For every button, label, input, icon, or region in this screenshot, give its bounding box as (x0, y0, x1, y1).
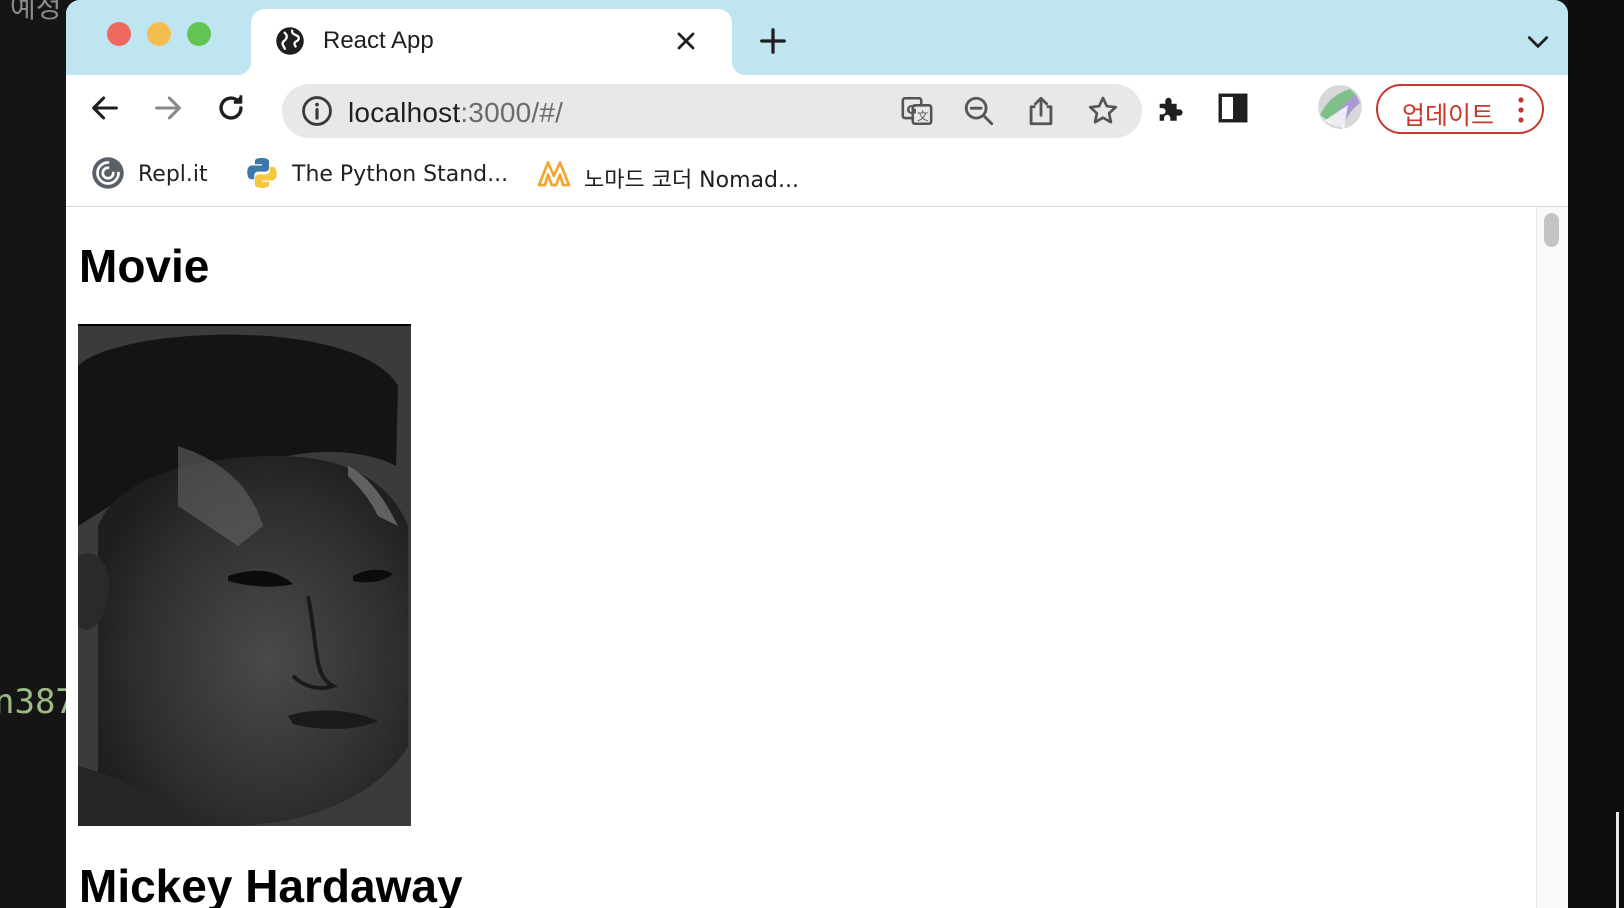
share-icon[interactable] (1024, 94, 1058, 128)
minimize-window-button[interactable] (147, 22, 171, 46)
bookmark-nomad[interactable]: 노마드 코더 Nomad... (536, 155, 856, 193)
tab-title: React App (323, 27, 434, 54)
url-text[interactable]: localhost:3000/#/ (348, 97, 563, 129)
chevron-down-icon[interactable] (1525, 31, 1551, 53)
back-arrow-icon[interactable] (88, 91, 122, 125)
svg-text:G: G (906, 103, 916, 118)
extensions-icon[interactable] (1154, 91, 1188, 125)
bookmark-label: The Python Stand... (292, 162, 509, 187)
bookmark-star-icon[interactable] (1086, 94, 1120, 128)
bookmark-label: 노마드 코더 Nomad... (584, 168, 799, 193)
background-text: 예정 (10, 0, 62, 24)
more-vert-icon[interactable] (1518, 96, 1524, 124)
page-title: Movie (79, 240, 210, 292)
scrollbar-thumb[interactable] (1544, 213, 1559, 247)
background-code-text: n387 (0, 682, 76, 722)
info-icon[interactable] (300, 94, 334, 128)
avatar-image (1318, 85, 1362, 129)
python-icon (247, 158, 277, 188)
movie-name: Mickey Hardaway (79, 860, 463, 908)
update-button[interactable]: 업데이트 (1376, 84, 1544, 134)
translate-icon[interactable]: G 文 (900, 94, 934, 128)
poster-image (78, 326, 411, 826)
svg-text:文: 文 (917, 109, 928, 123)
bookmark-label: Repl.it (138, 162, 208, 187)
browser-window: React App localhost:3000/#/ G 文 업데이트 Rep… (66, 0, 1568, 908)
replit-icon (92, 157, 124, 189)
tab-strip: React App (66, 0, 1568, 75)
url-host: localhost (348, 97, 461, 128)
browser-toolbar: localhost:3000/#/ G 文 업데이트 (66, 75, 1568, 141)
desktop-line (1616, 812, 1619, 908)
desktop-edge (1568, 0, 1624, 908)
avatar[interactable] (1318, 85, 1362, 129)
page-content: Movie Mickey Hardaway (66, 207, 1536, 908)
reload-icon[interactable] (214, 91, 248, 125)
page-scrollbar[interactable] (1536, 207, 1568, 908)
nomad-coders-icon (537, 161, 571, 187)
new-tab-plus-icon[interactable] (758, 26, 788, 56)
bookmark-python[interactable]: The Python Stand... (244, 155, 524, 191)
url-path: :3000/#/ (460, 97, 564, 128)
forward-arrow-icon[interactable] (151, 91, 185, 125)
tab-react-app[interactable]: React App (237, 9, 746, 75)
side-panel-icon[interactable] (1216, 91, 1250, 125)
close-window-button[interactable] (107, 22, 131, 46)
maximize-window-button[interactable] (187, 22, 211, 46)
close-icon[interactable] (672, 27, 700, 55)
globe-icon (276, 27, 304, 55)
bookmarks-bar: Repl.it The Python Stand... 노마드 코더 Nomad… (66, 141, 1568, 207)
update-label: 업데이트 (1402, 101, 1495, 130)
address-bar[interactable]: localhost:3000/#/ G 文 (282, 84, 1142, 138)
zoom-out-icon[interactable] (962, 94, 996, 128)
movie-poster (78, 324, 411, 826)
